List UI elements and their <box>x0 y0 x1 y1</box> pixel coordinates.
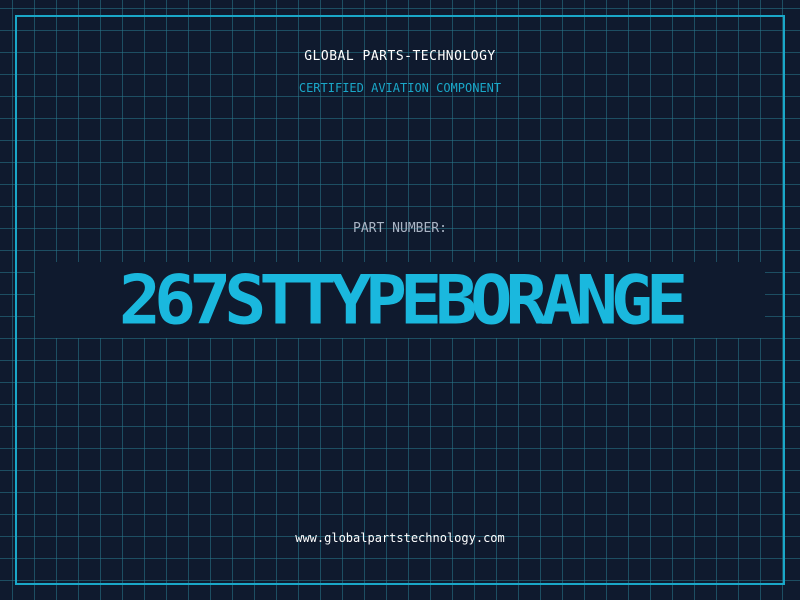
website-url: www.globalpartstechnology.com <box>295 531 505 545</box>
part-number-value: 267STTYPEBORANGE <box>118 260 688 340</box>
subtitle: CERTIFIED AVIATION COMPONENT <box>298 81 502 95</box>
company-name: GLOBAL PARTS-TECHNOLOGY <box>304 49 496 64</box>
part-number-label: PART NUMBER: <box>353 221 447 236</box>
label-canvas: GLOBAL PARTS-TECHNOLOGY CERTIFIED AVIATI… <box>0 0 800 600</box>
